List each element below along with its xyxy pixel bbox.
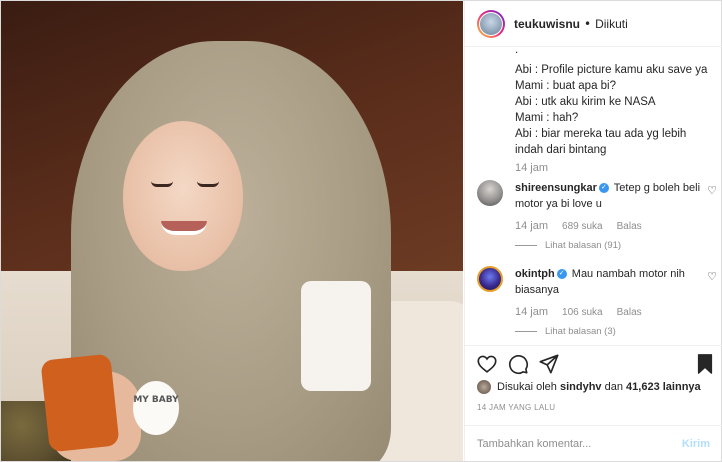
caption-line: Abi : utk aku kirim ke NASA bbox=[515, 96, 656, 108]
comment-meta: 14 jam 106 suka Balas bbox=[515, 306, 642, 318]
header-separator: • bbox=[584, 16, 592, 31]
comment-body: shireensungkar ✓ Tetep g boleh beli motor… bbox=[515, 180, 715, 212]
comment-input[interactable] bbox=[477, 437, 682, 450]
avatar[interactable] bbox=[477, 9, 505, 38]
caption-line: Mami : buat apa bi? bbox=[515, 80, 617, 92]
likes-conj: dan bbox=[604, 381, 623, 393]
view-replies-button[interactable]: Lihat balasan (91) bbox=[515, 240, 621, 251]
photo-smile bbox=[161, 221, 207, 235]
comment-like-icon[interactable]: ♡ bbox=[707, 270, 717, 283]
post-side-panel: teukuwisnu • Diikuti . Abi : Profile pic… bbox=[464, 1, 722, 461]
comment-composer: Kirim bbox=[465, 425, 722, 461]
photo-eye bbox=[197, 181, 219, 187]
post-photo[interactable]: MY BABY bbox=[1, 1, 463, 461]
photo-eye bbox=[151, 181, 173, 187]
likes-count[interactable]: 41,623 lainnya bbox=[626, 381, 701, 393]
avatar-image bbox=[480, 12, 502, 35]
view-replies-button[interactable]: Lihat balasan (3) bbox=[515, 326, 616, 337]
comment-like-icon[interactable]: ♡ bbox=[707, 184, 717, 197]
photo-phone bbox=[40, 353, 120, 453]
liker-avatar[interactable] bbox=[477, 380, 491, 394]
caption-line: Mami : hah? bbox=[515, 112, 579, 124]
verified-icon: ✓ bbox=[598, 183, 609, 194]
share-icon[interactable] bbox=[537, 352, 561, 376]
comment-username[interactable]: shireensungkar bbox=[515, 182, 597, 194]
bookmark-icon[interactable] bbox=[693, 352, 717, 376]
caption-line: Abi : biar mereka tau ada yg lebih indah… bbox=[515, 128, 687, 156]
reply-button[interactable]: Balas bbox=[617, 307, 642, 318]
comment-icon[interactable] bbox=[506, 352, 530, 376]
comment-meta: 14 jam 689 suka Balas bbox=[515, 220, 642, 232]
heart-icon[interactable] bbox=[475, 352, 499, 376]
post-actions bbox=[465, 345, 722, 381]
photo-badge: MY BABY bbox=[133, 381, 179, 435]
post-timestamp[interactable]: 14 JAM YANG LALU bbox=[477, 403, 555, 412]
header-username[interactable]: teukuwisnu bbox=[514, 17, 580, 31]
post-header: teukuwisnu • Diikuti bbox=[465, 1, 722, 47]
comments-section[interactable]: . Abi : Profile picture kamu aku save ya… bbox=[465, 48, 722, 344]
comment-likes[interactable]: 106 suka bbox=[562, 307, 603, 318]
caption-line: Abi : Profile picture kamu aku save ya bbox=[515, 64, 708, 76]
comment-body: okintph ✓ Mau nambah motor nih biasanya bbox=[515, 266, 715, 298]
post-caption: . Abi : Profile picture kamu aku save ya… bbox=[515, 48, 715, 158]
replies-divider bbox=[515, 331, 537, 332]
comment-time[interactable]: 14 jam bbox=[515, 220, 548, 232]
likes-prefix: Disukai oleh bbox=[497, 381, 557, 393]
comment-time[interactable]: 14 jam bbox=[515, 306, 548, 318]
send-comment-button[interactable]: Kirim bbox=[682, 438, 710, 450]
liker-username[interactable]: sindyhv bbox=[560, 381, 602, 393]
photo-face bbox=[123, 121, 243, 271]
likes-summary: Disukai oleh sindyhv dan 41,623 lainnya bbox=[477, 377, 717, 397]
follow-status-button[interactable]: Diikuti bbox=[595, 17, 628, 31]
view-replies-label: Lihat balasan (91) bbox=[545, 240, 622, 251]
photo-shirt bbox=[301, 281, 371, 391]
commenter-avatar[interactable] bbox=[477, 180, 503, 206]
replies-divider bbox=[515, 245, 537, 246]
view-replies-label: Lihat balasan (3) bbox=[545, 326, 616, 337]
commenter-avatar[interactable] bbox=[477, 266, 503, 292]
comment-username[interactable]: okintph bbox=[515, 268, 555, 280]
reply-button[interactable]: Balas bbox=[617, 221, 642, 232]
caption-time[interactable]: 14 jam bbox=[515, 162, 548, 174]
comment-likes[interactable]: 689 suka bbox=[562, 221, 603, 232]
verified-icon: ✓ bbox=[556, 269, 567, 280]
